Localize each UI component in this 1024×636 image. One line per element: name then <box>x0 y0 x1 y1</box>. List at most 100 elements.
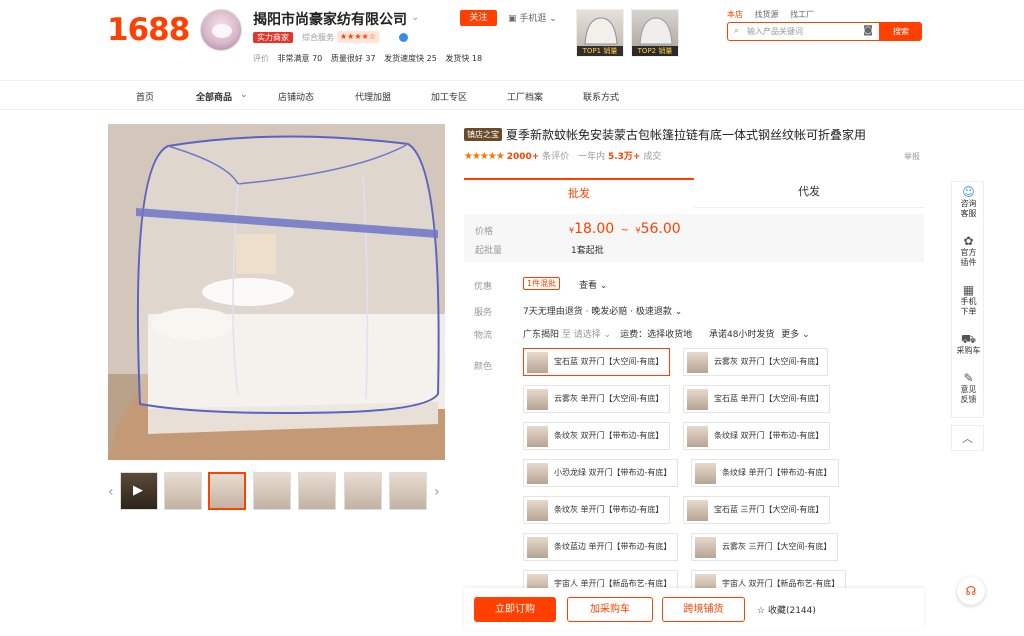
color-option[interactable]: 宝石蓝 单开门【大空间-有底】 <box>683 385 830 413</box>
top1-product-thumb[interactable]: TOP1 销量 <box>576 9 624 57</box>
shop-ratings: 评价 非常满意 70 质量很好 37 发货速度快 25 发货快 18 <box>253 53 488 64</box>
thumbnail[interactable] <box>298 472 336 510</box>
floating-sidebar: ☺ 咨询客服 ✿ 官方插件 ▦ 手机下单 ⛟ 采购车 ✎ 意见反馈 <box>951 181 984 418</box>
logistics-more[interactable]: 更多 <box>781 330 799 340</box>
service-label: 综合服务 <box>302 33 334 42</box>
camera-icon[interactable]: ◙ <box>863 25 873 36</box>
search-tab-source[interactable]: 找货源 <box>755 10 779 19</box>
feedback-icon: ✎ <box>963 371 974 385</box>
nav-all-products[interactable]: 全部商品 <box>196 90 232 103</box>
color-option-label: 条纹灰 单开门【带布边-有底】 <box>554 505 664 514</box>
sidebar-mobile-order[interactable]: ▦ 手机下单 <box>952 283 985 317</box>
color-option[interactable]: 云雾灰 双开门【大空间-有底】 <box>683 348 828 376</box>
promo-label: 优惠 <box>474 282 493 292</box>
nav-contact[interactable]: 联系方式 <box>583 90 619 103</box>
color-swatch <box>695 463 716 484</box>
headset-icon: ☊ <box>965 584 977 598</box>
thumbnail[interactable] <box>344 472 382 510</box>
nav-factory[interactable]: 工厂档案 <box>507 90 543 103</box>
shop-nav: 首页 全部商品 ⌄ 店铺动态 代理加盟 加工专区 工厂档案 联系方式 <box>0 80 1024 110</box>
sidebar-label: 意见反馈 <box>960 385 977 404</box>
price-separator: ~ <box>620 225 630 236</box>
product-title: 镇店之宝 夏季新款蚊帐免安装蒙古包帐篷拉链有底一体式钢丝纹帐可折叠家用 <box>464 126 914 143</box>
cross-border-button[interactable]: 跨境铺货 <box>662 597 745 622</box>
review-count[interactable]: 2000+ <box>507 152 540 162</box>
color-option[interactable]: 云雾灰 三开门【大空间-有底】 <box>691 533 838 561</box>
back-to-top-button[interactable]: ︿ <box>951 425 984 451</box>
nav-agency[interactable]: 代理加盟 <box>355 90 391 103</box>
featured-tag: 镇店之宝 <box>464 128 502 141</box>
color-option[interactable]: 条纹灰 单开门【带布边-有底】 <box>523 496 670 524</box>
online-service-button[interactable]: ☊ <box>957 577 985 605</box>
color-option[interactable]: 条纹灰 双开门【带布边-有底】 <box>523 422 670 450</box>
chevron-up-icon: ︿ <box>962 432 973 445</box>
image-thumbnails: ‹ ▶ › <box>108 472 445 516</box>
thumbnail[interactable] <box>164 472 202 510</box>
chevron-left-icon[interactable]: ‹ <box>108 484 114 500</box>
promo-view-link[interactable]: 查看 ⌄ <box>579 278 607 291</box>
sidebar-label: 手机下单 <box>960 297 977 316</box>
follow-label: 关注 <box>469 13 488 23</box>
tab-wholesale[interactable]: 批发 <box>464 178 694 208</box>
nav-shop-news[interactable]: 店铺动态 <box>278 90 314 103</box>
sidebar-feedback[interactable]: ✎ 意见反馈 <box>952 371 985 405</box>
color-swatch <box>687 389 708 410</box>
color-option-label: 云雾灰 双开门【大空间-有底】 <box>714 357 824 366</box>
tab-dropship[interactable]: 代发 <box>694 178 924 208</box>
follow-button[interactable]: 关注 <box>460 10 497 26</box>
color-option[interactable]: 条纹绿 单开门【带布边-有底】 <box>691 459 839 487</box>
color-label: 颜色 <box>474 362 493 372</box>
thumbnail-selected[interactable] <box>208 472 246 510</box>
color-option[interactable]: 云雾灰 单开门【大空间-有底】 <box>523 385 670 413</box>
thumbnail[interactable] <box>389 472 427 510</box>
sidebar-cart[interactable]: ⛟ 采购车 <box>952 332 985 356</box>
search-placeholder: 输入产品关键词 <box>747 27 803 36</box>
nav-processing[interactable]: 加工专区 <box>431 90 467 103</box>
rating-stars: ★★★★★ <box>464 151 505 162</box>
sidebar-customer-service[interactable]: ☺ 咨询客服 <box>952 185 985 219</box>
purchase-mode-tabs: 批发 代发 <box>464 178 924 208</box>
sales-count: 5.3万+ <box>607 152 641 162</box>
color-option-label: 条纹绿 单开门【带布边-有底】 <box>722 468 832 477</box>
favorite-button[interactable]: ☆ 收藏(2144) <box>757 603 816 616</box>
color-option[interactable]: 条纹蓝边 单开门【带布边-有底】 <box>523 533 678 561</box>
logistics-label: 物流 <box>474 331 493 341</box>
ship-promise: 承诺48小时发货 <box>708 330 775 340</box>
sidebar-label: 采购车 <box>956 346 981 355</box>
video-thumbnail[interactable]: ▶ <box>120 472 158 510</box>
shop-avatar[interactable] <box>200 9 242 51</box>
rating-tag: 非常满意 70 <box>277 54 323 63</box>
search-tab-shop[interactable]: 本店 <box>727 10 743 19</box>
service-guarantees[interactable]: 7天无理由退货 · 晚发必赔 · 极速退款 ⌄ <box>523 304 682 317</box>
service-stars: ★★★★☆ <box>337 31 379 43</box>
sales-unit: 成交 <box>643 152 662 162</box>
report-link[interactable]: 举报 <box>904 151 920 162</box>
site-logo[interactable]: 1688 <box>107 12 190 48</box>
color-swatch <box>527 426 548 447</box>
search-button[interactable]: 搜索 <box>880 22 922 41</box>
chevron-down-icon[interactable]: ⌄ <box>240 90 248 100</box>
order-now-button[interactable]: 立即订购 <box>474 597 556 622</box>
nav-home[interactable]: 首页 <box>136 90 154 103</box>
color-option[interactable]: 条纹绿 双开门【带布边-有底】 <box>683 422 830 450</box>
color-option-selected[interactable]: 宝石蓝 双开门【大空间-有底】 <box>523 348 670 376</box>
top2-product-thumb[interactable]: TOP2 销量 <box>631 9 679 57</box>
mobile-shop-button[interactable]: ▣ 手机逛 ⌄ <box>508 11 557 24</box>
top1-label: TOP1 销量 <box>577 46 623 56</box>
add-to-cart-button[interactable]: 加采购车 <box>567 597 653 622</box>
color-option-label: 宝石蓝 单开门【大空间-有底】 <box>714 394 824 403</box>
search-input[interactable]: ⌕ 输入产品关键词 ◙ <box>727 22 880 41</box>
color-option[interactable]: 小恐龙绿 双开门【带布边-有底】 <box>523 459 678 487</box>
chevron-right-icon[interactable]: › <box>434 484 440 500</box>
sidebar-plugin[interactable]: ✿ 官方插件 <box>952 234 985 268</box>
color-option[interactable]: 宝石蓝 三开门【大空间-有底】 <box>683 496 830 524</box>
shop-name[interactable]: 揭阳市尚豪家纺有限公司 <box>253 9 407 29</box>
search-tab-factory[interactable]: 找工厂 <box>790 10 814 19</box>
color-option-label: 小恐龙绿 双开门【带布边-有底】 <box>554 468 672 477</box>
main-product-image[interactable] <box>108 124 445 460</box>
chevron-down-icon[interactable]: ⌄ <box>411 12 419 23</box>
thumbnail[interactable] <box>253 472 291 510</box>
price-box: 价格 ¥18.00 ~ ¥56.00 起批量 1套起批 <box>464 214 924 262</box>
destination-select[interactable]: 请选择 <box>574 330 601 340</box>
ship-from: 广东揭阳 <box>523 330 560 340</box>
